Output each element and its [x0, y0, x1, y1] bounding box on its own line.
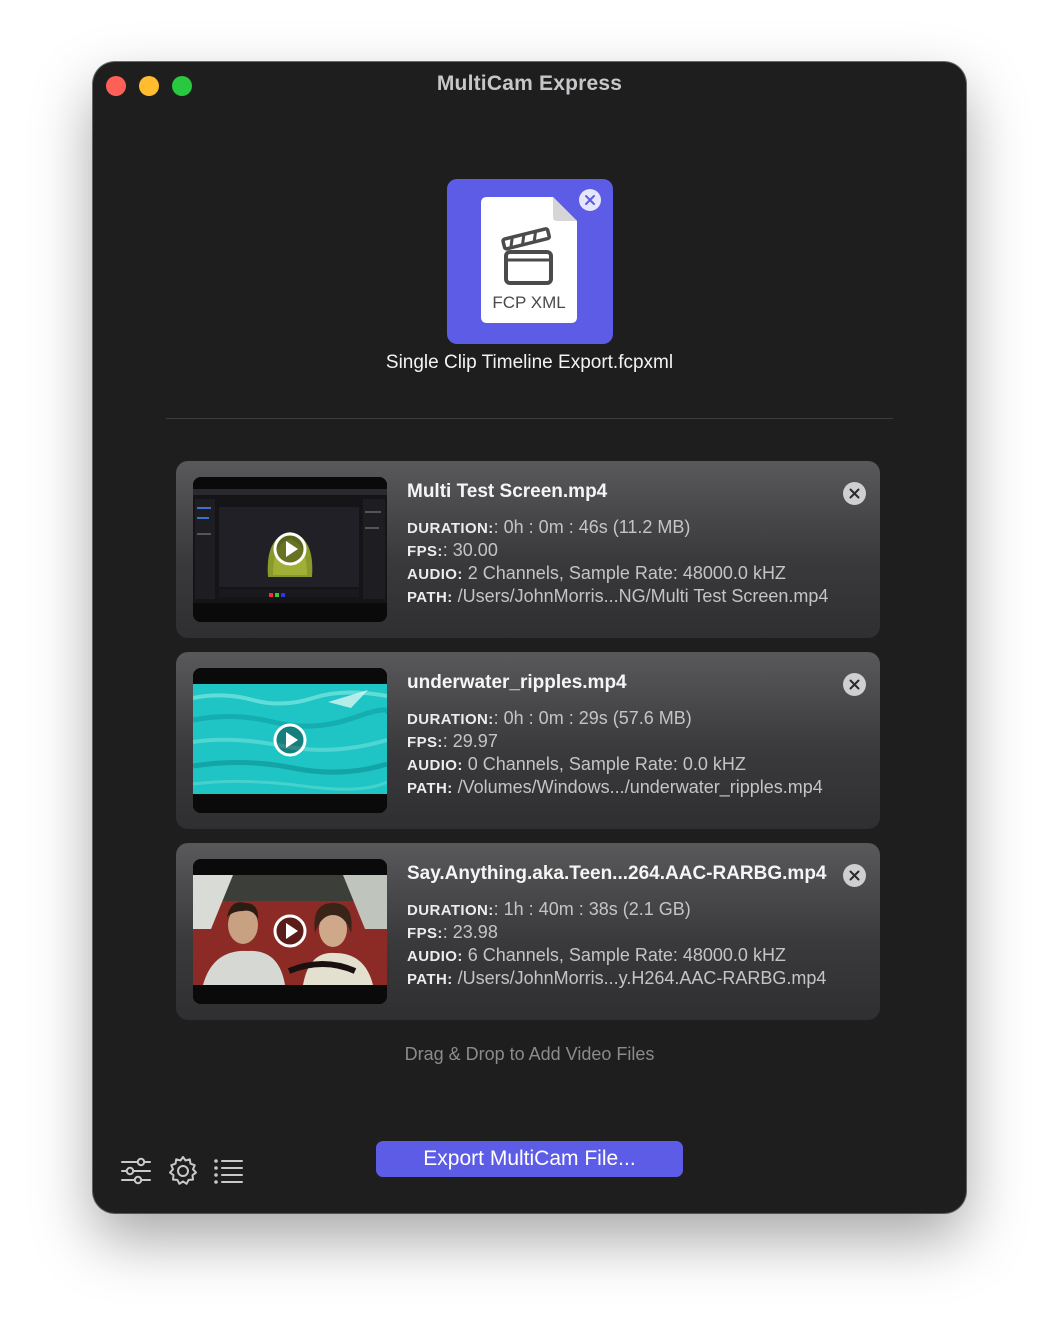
path-value: /Users/JohnMorris...NG/Multi Test Screen… [457, 586, 829, 606]
close-icon [849, 488, 860, 499]
fps-label: FPS: [407, 925, 443, 942]
audio-value: 0 Channels, Sample Rate: 0.0 kHZ [467, 754, 746, 774]
clip-name: underwater_ripples.mp4 [407, 672, 627, 693]
audio-value: 2 Channels, Sample Rate: 48000.0 kHZ [467, 563, 786, 583]
clip-fps: FPS:: 29.97 [407, 731, 498, 752]
play-icon[interactable] [273, 914, 307, 948]
fps-value: : 30.00 [442, 540, 498, 560]
duration-label: DURATION: [407, 520, 494, 537]
clip-duration: DURATION:: 0h : 0m : 46s (11.2 MB) [407, 517, 690, 538]
gear-icon[interactable] [166, 1154, 200, 1188]
clip-fps: FPS:: 23.98 [407, 922, 498, 943]
clip-audio: AUDIO: 0 Channels, Sample Rate: 0.0 kHZ [407, 754, 746, 775]
fcp-xml-icon-label: FCP XML [492, 293, 566, 312]
duration-value: : 1h : 40m : 38s (2.1 GB) [493, 899, 691, 919]
fps-label: FPS: [407, 734, 443, 751]
clip-path: PATH: /Users/JohnMorris...y.H264.AAC-RAR… [407, 968, 826, 989]
remove-clip-button[interactable] [843, 482, 866, 505]
clip-duration: DURATION:: 1h : 40m : 38s (2.1 GB) [407, 899, 691, 920]
clip-card[interactable]: underwater_ripples.mp4 DURATION:: 0h : 0… [176, 652, 880, 829]
clip-card[interactable]: Say.Anything.aka.Teen...264.AAC-RARBG.mp… [176, 843, 880, 1020]
clip-name: Multi Test Screen.mp4 [407, 481, 608, 502]
play-icon[interactable] [273, 723, 307, 757]
close-icon [849, 679, 860, 690]
audio-label: AUDIO: [407, 757, 463, 774]
export-multicam-button[interactable]: Export MultiCam File... [376, 1141, 683, 1177]
close-icon [585, 195, 595, 205]
clip-audio: AUDIO: 6 Channels, Sample Rate: 48000.0 … [407, 945, 786, 966]
audio-label: AUDIO: [407, 948, 463, 965]
path-value: /Users/JohnMorris...y.H264.AAC-RARBG.mp4 [457, 968, 827, 988]
clip-thumbnail[interactable] [193, 859, 387, 1004]
clip-audio: AUDIO: 2 Channels, Sample Rate: 48000.0 … [407, 563, 786, 584]
clip-path: PATH: /Users/JohnMorris...NG/Multi Test … [407, 586, 828, 607]
path-label: PATH: [407, 780, 453, 797]
close-icon [849, 870, 860, 881]
clip-duration: DURATION:: 0h : 0m : 29s (57.6 MB) [407, 708, 692, 729]
audio-label: AUDIO: [407, 566, 463, 583]
clip-fps: FPS:: 30.00 [407, 540, 498, 561]
path-value: /Volumes/Windows.../underwater_ripples.m… [457, 777, 823, 797]
remove-clip-button[interactable] [843, 673, 866, 696]
list-icon[interactable] [211, 1154, 245, 1188]
duration-value: : 0h : 0m : 46s (11.2 MB) [493, 517, 691, 537]
clip-name: Say.Anything.aka.Teen...264.AAC-RARBG.mp… [407, 863, 827, 884]
sliders-icon[interactable] [119, 1154, 153, 1188]
clip-thumbnail[interactable] [193, 477, 387, 622]
path-label: PATH: [407, 971, 453, 988]
window-title: MultiCam Express [436, 72, 623, 95]
fps-value: : 29.97 [442, 731, 498, 751]
path-label: PATH: [407, 589, 453, 606]
remove-xml-button[interactable] [579, 189, 601, 211]
duration-value: : 0h : 0m : 29s (57.6 MB) [493, 708, 692, 728]
fps-label: FPS: [407, 543, 443, 560]
clip-thumbnail[interactable] [193, 668, 387, 813]
audio-value: 6 Channels, Sample Rate: 48000.0 kHZ [467, 945, 786, 965]
play-icon[interactable] [273, 532, 307, 566]
drop-hint: Drag & Drop to Add Video Files [404, 1044, 655, 1064]
app-window: MultiCam Express FCP XML Single Clip Tim… [93, 62, 966, 1213]
clip-path: PATH: /Volumes/Windows.../underwater_rip… [407, 777, 823, 798]
clip-card[interactable]: Multi Test Screen.mp4 DURATION:: 0h : 0m… [176, 461, 880, 638]
xml-file-tile[interactable]: FCP XML [447, 179, 613, 344]
duration-label: DURATION: [407, 711, 494, 728]
remove-clip-button[interactable] [843, 864, 866, 887]
duration-label: DURATION: [407, 902, 494, 919]
xml-file-name: Single Clip Timeline Export.fcpxml [385, 352, 674, 373]
divider [166, 418, 893, 419]
fps-value: : 23.98 [442, 922, 498, 942]
